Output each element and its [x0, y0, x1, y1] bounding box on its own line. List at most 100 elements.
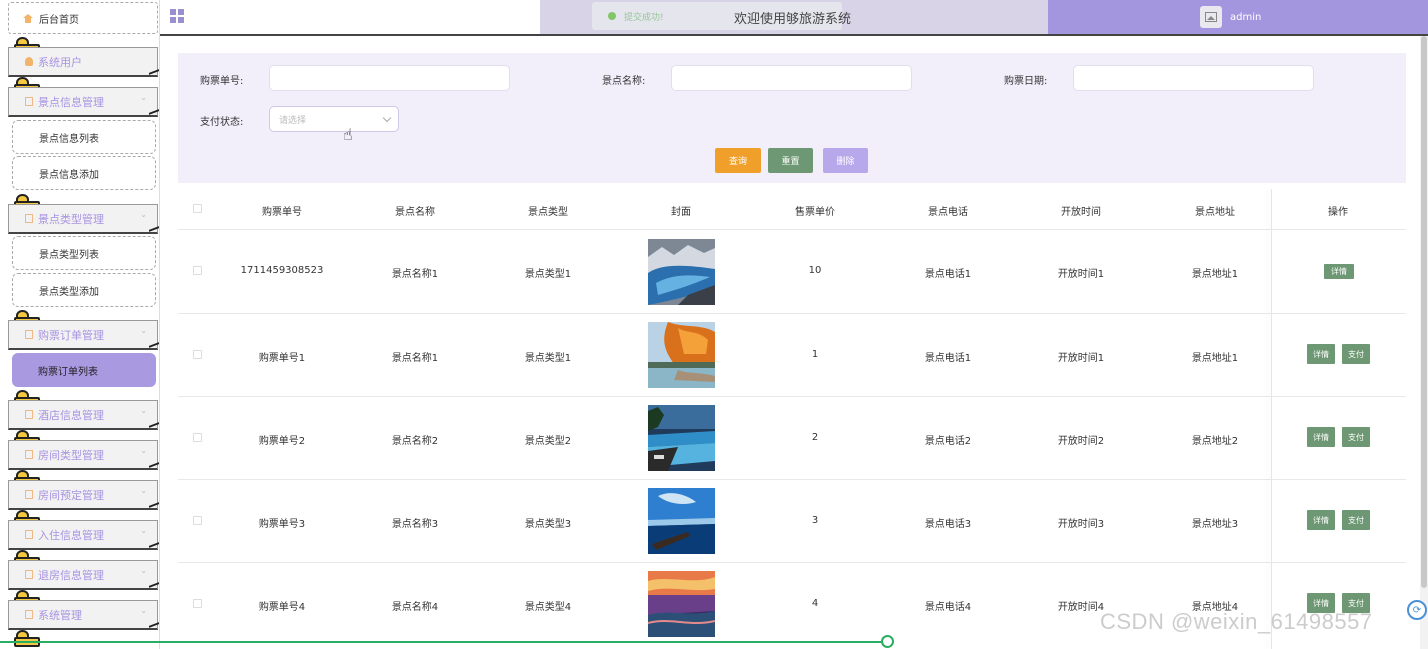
pay-button[interactable]: 支付 — [1342, 344, 1370, 364]
row-checkbox[interactable] — [193, 516, 202, 525]
sidebar-group-label: 系统用户 — [38, 55, 82, 69]
cell-phone: 景点电话1 — [924, 269, 972, 280]
col-cover: 封面 — [671, 207, 691, 218]
spot-name-input[interactable] — [671, 65, 912, 91]
purchase-date-input[interactable] — [1073, 65, 1314, 91]
progress-bar[interactable] — [0, 641, 888, 643]
sidebar-group-spot-type[interactable]: 景点类型管理 ⌄ — [8, 204, 159, 236]
autumn-lake-icon[interactable] — [648, 322, 715, 388]
cell-open-time: 开放时间1 — [1057, 353, 1105, 364]
sidebar-group-system[interactable]: 系统管理 ⌄ — [8, 600, 159, 632]
cell-open-time: 开放时间2 — [1057, 436, 1105, 447]
lake-mountain-icon[interactable] — [648, 239, 715, 305]
sidebar-item-spot-type-add[interactable]: 景点类型添加 — [12, 273, 156, 307]
menu-grid-icon[interactable] — [170, 9, 184, 23]
progress-handle[interactable] — [881, 635, 894, 648]
sidebar-group-ticket-orders[interactable]: 购票订单管理 ⌄ — [8, 320, 159, 352]
cell-address: 景点地址2 — [1191, 436, 1239, 447]
settings-icon — [25, 610, 33, 619]
vertical-scrollbar[interactable] — [1420, 36, 1428, 649]
sidebar-group-checkin[interactable]: 入住信息管理 ⌄ — [8, 520, 159, 552]
sidebar-item-spot-list[interactable]: 景点信息列表 — [12, 120, 156, 154]
cell-price: 10 — [808, 265, 822, 276]
chevron-down-icon — [382, 113, 392, 123]
sunset-terrace-icon[interactable] — [648, 571, 715, 637]
pay-status-label: 支付状态: — [200, 117, 244, 128]
avatar-icon[interactable] — [1200, 6, 1222, 28]
fixed-column-divider — [1271, 189, 1272, 649]
cell-open-time: 开放时间4 — [1057, 602, 1105, 613]
row-checkbox[interactable] — [193, 350, 202, 359]
document-icon — [25, 330, 33, 339]
document-icon — [25, 410, 33, 419]
sidebar-group-hotel-info[interactable]: 酒店信息管理 ⌄ — [8, 400, 159, 432]
sidebar-item-label: 景点类型列表 — [39, 249, 99, 261]
col-open-time: 开放时间 — [1061, 207, 1101, 218]
sidebar-item-spot-type-list[interactable]: 景点类型列表 — [12, 236, 156, 270]
sidebar-group-label: 购票订单管理 — [38, 328, 104, 342]
cell-ticket-no: 购票单号1 — [258, 353, 306, 364]
pay-status-select[interactable]: 请选择 — [269, 106, 399, 132]
delete-button[interactable]: 删除 — [823, 148, 868, 173]
welcome-title: 欢迎使用够旅游系统 — [734, 12, 852, 27]
cell-spot-name: 景点名称1 — [391, 353, 439, 364]
sidebar-group-label: 系统管理 — [38, 608, 82, 622]
ticket-no-input[interactable] — [269, 65, 510, 91]
sidebar-item-label: 景点类型添加 — [39, 286, 99, 298]
cell-price: 4 — [811, 598, 819, 609]
sidebar-item-label: 后台首页 — [39, 14, 79, 26]
cell-spot-type: 景点类型1 — [524, 353, 572, 364]
ticket-no-label: 购票单号: — [200, 76, 244, 87]
document-icon — [25, 490, 33, 499]
col-ticket-no: 购票单号 — [262, 207, 302, 218]
col-address: 景点地址 — [1195, 207, 1235, 218]
query-button[interactable]: 查询 — [715, 148, 761, 173]
sidebar: 后台首页 系统用户 景点信息管理 ⌄ 景点信息列表 景点信息添加 景点类型管理 … — [0, 0, 160, 649]
sidebar-item-spot-add[interactable]: 景点信息添加 — [12, 156, 156, 190]
ribbon-tail — [149, 109, 159, 119]
row-checkbox[interactable] — [193, 433, 202, 442]
sidebar-item-home[interactable]: 后台首页 — [8, 2, 158, 34]
select-all-checkbox[interactable] — [193, 204, 202, 213]
user-panel[interactable]: admin — [1048, 0, 1428, 34]
sidebar-group-spot-info[interactable]: 景点信息管理 ⌄ — [8, 87, 159, 119]
col-spot-name: 景点名称 — [395, 207, 435, 218]
sidebar-group-room-booking[interactable]: 房间预定管理 ⌄ — [8, 480, 159, 512]
cell-price: 3 — [811, 515, 819, 526]
sidebar-group-checkout[interactable]: 退房信息管理 ⌄ — [8, 560, 159, 592]
ribbon-tail — [149, 622, 159, 632]
detail-button[interactable]: 详情 — [1307, 510, 1335, 530]
row-checkbox[interactable] — [193, 599, 202, 608]
username[interactable]: admin — [1230, 12, 1261, 23]
cell-ticket-no: 购票单号3 — [258, 519, 306, 530]
check-circle-icon — [608, 12, 616, 20]
cell-phone: 景点电话1 — [924, 353, 972, 364]
ribbon-tail — [149, 582, 159, 592]
cell-open-time: 开放时间3 — [1057, 519, 1105, 530]
ribbon-tail — [149, 226, 159, 236]
scrollbar-thumb[interactable] — [1421, 36, 1427, 588]
sidebar-group-room-type[interactable]: 房间类型管理 ⌄ — [8, 440, 159, 472]
pay-button[interactable]: 支付 — [1342, 510, 1370, 530]
detail-button[interactable]: 详情 — [1307, 344, 1335, 364]
blue-sea-icon[interactable] — [648, 488, 715, 554]
spot-name-label: 景点名称: — [602, 76, 646, 87]
reset-button[interactable]: 重置 — [768, 148, 813, 173]
ribbon-tail — [149, 422, 159, 432]
cell-address: 景点地址1 — [1191, 353, 1239, 364]
resort-pool-icon[interactable] — [648, 405, 715, 471]
cell-phone: 景点电话2 — [924, 436, 972, 447]
col-price: 售票单价 — [795, 207, 835, 218]
sidebar-item-ticket-order-list[interactable]: 购票订单列表 — [12, 353, 156, 387]
detail-button[interactable]: 详情 — [1324, 264, 1354, 279]
user-icon — [25, 57, 33, 66]
cell-phone: 景点电话3 — [924, 519, 972, 530]
detail-button[interactable]: 详情 — [1307, 427, 1335, 447]
row-checkbox[interactable] — [193, 266, 202, 275]
sidebar-item-label: 购票订单列表 — [38, 366, 98, 378]
cell-address: 景点地址1 — [1191, 269, 1239, 280]
sidebar-group-system-users[interactable]: 系统用户 — [8, 47, 159, 79]
assistant-icon[interactable]: ⟳ — [1407, 600, 1427, 620]
cell-spot-type: 景点类型1 — [524, 269, 572, 280]
pay-button[interactable]: 支付 — [1342, 427, 1370, 447]
